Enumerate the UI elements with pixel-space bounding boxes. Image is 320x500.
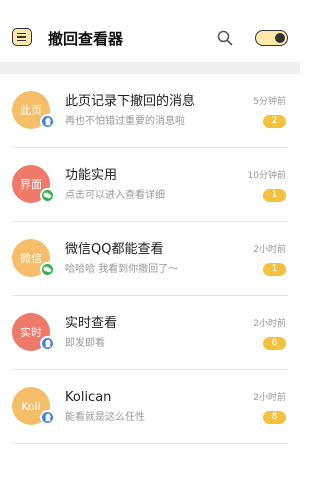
qq-icon [40,114,55,129]
item-subtitle: 哈哈哈 我看到你撤回了～ [65,264,179,275]
item-subtitle: 点击可以进入查看详细 [65,190,165,201]
item-time: 10分钟前 [247,171,286,181]
unread-count-badge: 6 [263,337,286,350]
item-title: Kolican [65,390,112,405]
item-time: 2小时前 [253,245,286,255]
item-time: 2小时前 [253,319,286,329]
menu-icon[interactable] [12,28,32,46]
list-item[interactable]: 界面 功能实用 点击可以进入查看详细 10分钟前 1 [0,148,300,222]
app-header: 撤回查看器 [0,0,300,62]
unread-count-badge: 8 [263,411,286,424]
unread-count-badge: 2 [263,115,286,128]
search-icon[interactable] [217,30,233,46]
item-subtitle: 即发即看 [65,338,105,349]
item-time: 5分钟前 [253,97,286,107]
qq-icon [40,410,55,425]
row-divider [12,443,288,444]
wechat-icon [40,262,55,277]
list-item[interactable]: 实时 实时查看 即发即看 2小时前 6 [0,296,300,370]
list-item[interactable]: Koli Kolican 能看就是这么任性 2小时前 8 [0,370,300,444]
item-time: 2小时前 [253,393,286,403]
toggle-knob [275,32,285,43]
qq-icon [40,336,55,351]
toggle-switch[interactable] [255,30,288,46]
unread-count-badge: 1 [263,263,286,276]
item-subtitle: 再也不怕错过重要的消息啦 [65,116,185,127]
item-title: 实时查看 [65,316,118,331]
wechat-icon [40,188,55,203]
unread-count-badge: 1 [263,189,286,202]
header-divider [0,62,300,74]
item-subtitle: 能看就是这么任性 [65,412,145,423]
message-list: 此页 此页记录下撤回的消息 再也不怕错过重要的消息啦 5分钟前 2 界面 功能实… [0,74,300,444]
item-title: 此页记录下撤回的消息 [65,94,196,109]
item-title: 微信QQ都能查看 [65,242,164,257]
list-item[interactable]: 微信 微信QQ都能查看 哈哈哈 我看到你撤回了～ 2小时前 1 [0,222,300,296]
item-title: 功能实用 [65,168,118,183]
list-item[interactable]: 此页 此页记录下撤回的消息 再也不怕错过重要的消息啦 5分钟前 2 [0,74,300,148]
page-title: 撤回查看器 [48,30,124,48]
